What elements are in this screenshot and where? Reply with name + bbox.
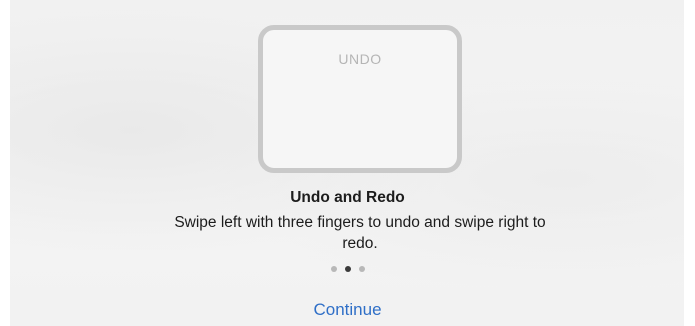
page-description: Swipe left with three fingers to undo an… xyxy=(174,214,546,252)
illustration-label: UNDO xyxy=(338,51,382,67)
onboarding-screen: UNDO Undo and Redo Swipe left with three… xyxy=(0,0,695,326)
page-indicator[interactable] xyxy=(0,266,695,272)
page-title: Undo and Redo xyxy=(290,189,405,206)
undo-illustration: UNDO xyxy=(258,25,462,173)
continue-button[interactable]: Continue xyxy=(0,300,695,320)
page-dot-1[interactable] xyxy=(330,266,337,272)
page-dot-3[interactable] xyxy=(358,266,365,272)
page-dot-2[interactable] xyxy=(344,266,351,272)
